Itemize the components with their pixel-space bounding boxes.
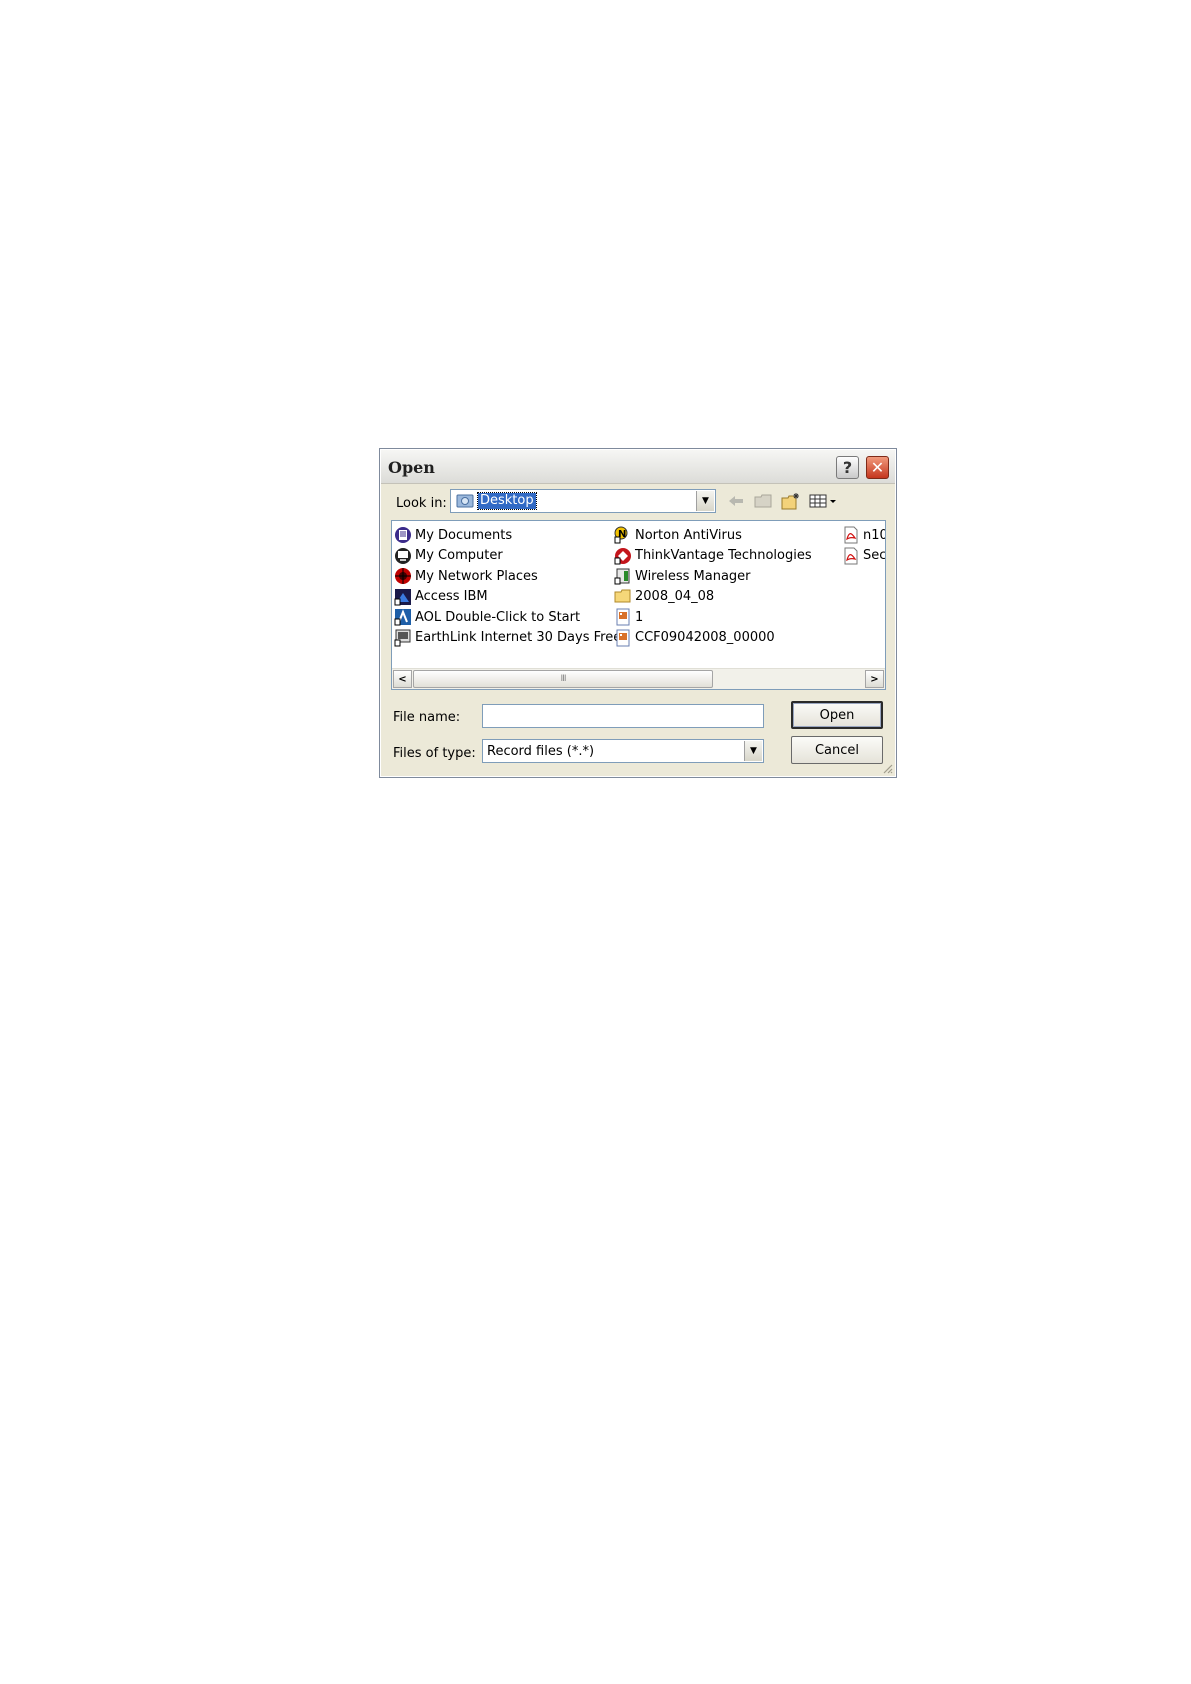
record-file-icon bbox=[614, 629, 632, 647]
list-item-label: My Network Places bbox=[415, 568, 538, 584]
my-computer-icon bbox=[394, 547, 412, 565]
list-item-label: My Documents bbox=[415, 527, 513, 543]
list-item[interactable]: My Documents bbox=[394, 525, 621, 546]
look-in-dropdown[interactable]: Desktop ▼ bbox=[450, 489, 716, 513]
list-item[interactable]: 1 bbox=[614, 607, 812, 628]
list-item-label: ThinkVantage Technologies bbox=[635, 548, 812, 564]
list-item-label: 1 bbox=[635, 609, 644, 625]
list-item[interactable]: Secu bbox=[842, 546, 886, 567]
files-of-type-label: Files of type: bbox=[393, 746, 476, 761]
list-item[interactable]: EarthLink Internet 30 Days Free bbox=[394, 628, 621, 649]
look-in-value: Desktop bbox=[477, 492, 537, 510]
list-item-label: Wireless Manager bbox=[635, 568, 751, 584]
new-folder-icon[interactable] bbox=[780, 490, 802, 512]
earthlink-icon bbox=[394, 629, 412, 647]
chevron-down-icon[interactable]: ▼ bbox=[696, 491, 714, 511]
list-item[interactable]: Wireless Manager bbox=[614, 566, 812, 587]
pdf-icon bbox=[842, 526, 860, 544]
list-item-label: Norton AntiVirus bbox=[635, 527, 742, 543]
open-dialog: Open ? ✕ Look in: Desktop ▼ My Documents… bbox=[379, 448, 897, 778]
horizontal-scrollbar[interactable]: < III > bbox=[392, 668, 885, 689]
list-item[interactable]: n100 bbox=[842, 525, 885, 546]
title-bar: Open ? ✕ bbox=[381, 450, 895, 484]
file-list[interactable]: My Documents My Computer My Network Places… bbox=[391, 520, 886, 690]
up-folder-icon[interactable] bbox=[752, 490, 774, 512]
list-item[interactable]: N Norton AntiVirus bbox=[614, 525, 812, 546]
help-button[interactable]: ? bbox=[836, 456, 859, 479]
folder-icon bbox=[614, 588, 632, 606]
scrollbar-thumb[interactable]: III bbox=[413, 670, 713, 688]
back-icon[interactable] bbox=[725, 490, 747, 512]
access-ibm-icon bbox=[394, 588, 412, 606]
list-item-label: My Computer bbox=[415, 548, 503, 564]
list-item-label: EarthLink Internet 30 Days Free bbox=[415, 630, 622, 646]
my-documents-icon bbox=[394, 526, 412, 544]
desktop-icon bbox=[456, 494, 474, 508]
open-button[interactable]: Open bbox=[791, 701, 883, 729]
scroll-left-icon[interactable]: < bbox=[393, 670, 412, 688]
list-item-label: Secu bbox=[863, 548, 886, 564]
help-icon: ? bbox=[842, 458, 853, 477]
list-item-label: Access IBM bbox=[415, 589, 488, 605]
list-item[interactable]: CCF09042008_00000 bbox=[614, 628, 812, 649]
list-item-label: n100 bbox=[863, 527, 885, 543]
norton-icon: N bbox=[614, 526, 632, 544]
network-places-icon bbox=[394, 567, 412, 585]
aol-icon bbox=[394, 608, 412, 626]
list-item-label: 2008_04_08 bbox=[635, 589, 715, 605]
list-item-label: CCF09042008_00000 bbox=[635, 630, 775, 646]
files-of-type-value: Record files (*.*) bbox=[487, 744, 595, 759]
file-name-field[interactable] bbox=[482, 704, 764, 728]
close-button[interactable]: ✕ bbox=[866, 456, 889, 479]
record-file-icon bbox=[614, 608, 632, 626]
list-item[interactable]: AOL Double-Click to Start bbox=[394, 607, 621, 628]
view-menu-icon[interactable] bbox=[808, 490, 838, 512]
close-icon: ✕ bbox=[870, 458, 885, 477]
list-item[interactable]: My Network Places bbox=[394, 566, 621, 587]
chevron-down-icon[interactable]: ▼ bbox=[744, 741, 762, 761]
file-name-label: File name: bbox=[393, 710, 461, 725]
list-item[interactable]: Access IBM bbox=[394, 587, 621, 608]
list-item[interactable]: ThinkVantage Technologies bbox=[614, 546, 812, 567]
look-in-label: Look in: bbox=[396, 496, 447, 511]
scroll-right-icon[interactable]: > bbox=[865, 670, 884, 688]
list-item-label: AOL Double-Click to Start bbox=[415, 609, 581, 625]
thinkvantage-icon bbox=[614, 547, 632, 565]
list-item[interactable]: 2008_04_08 bbox=[614, 587, 812, 608]
cancel-button[interactable]: Cancel bbox=[791, 736, 883, 764]
wireless-manager-icon bbox=[614, 567, 632, 585]
dialog-title: Open bbox=[388, 458, 435, 477]
list-item[interactable]: My Computer bbox=[394, 546, 621, 567]
pdf-icon bbox=[842, 547, 860, 565]
resize-grip-icon[interactable] bbox=[881, 762, 893, 774]
files-of-type-dropdown[interactable]: Record files (*.*) ▼ bbox=[482, 739, 764, 763]
